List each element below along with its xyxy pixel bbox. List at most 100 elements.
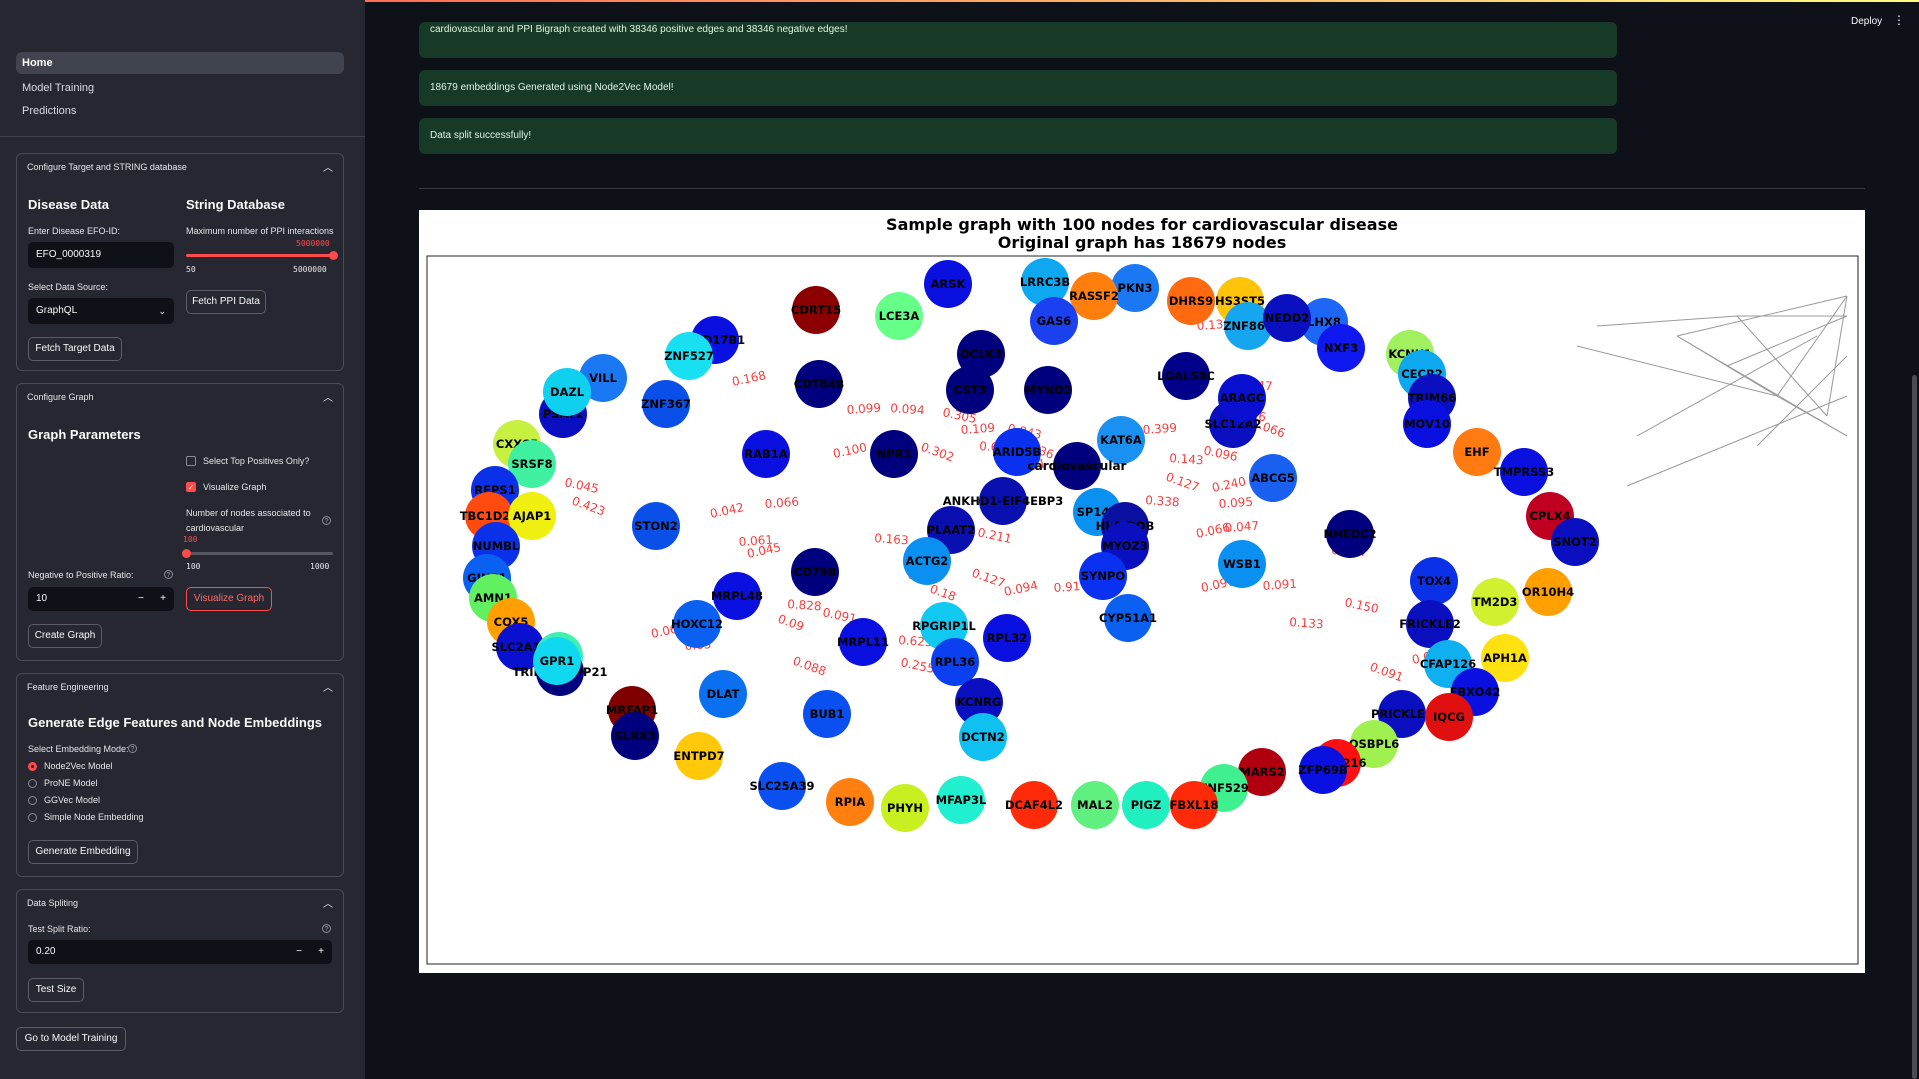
edge-weight-label: 0.042 [709,500,746,521]
data-splitting-title[interactable]: Data Spliting [27,898,78,908]
help-icon[interactable]: ? [322,516,331,525]
graph-edge [1626,395,1848,487]
fetch-ppi-button[interactable]: Fetch PPI Data [186,290,266,314]
ratio-input[interactable]: 10 − + [28,587,174,611]
graph-node: DLAT [699,670,747,718]
radio-ggvec[interactable] [28,796,37,805]
help-icon[interactable]: ? [322,924,331,933]
chevron-up-icon[interactable]: ︿ [323,679,333,694]
split-ratio-input[interactable]: 0.20 − + [28,940,332,964]
data-source-label: Select Data Source: [28,282,109,292]
graph-node-label: PIGZ [1131,798,1162,812]
graph-node-label: PHYH [887,801,923,815]
top-positives-label: Select Top Positives Only? [203,456,310,466]
graph-node: NXF3 [1317,324,1365,372]
sidebar-divider [0,136,365,137]
graph-edge [1636,335,1818,437]
deploy-button[interactable]: Deploy [1851,16,1882,27]
top-positives-checkbox[interactable] [186,456,196,466]
visualize-graph-checkbox[interactable]: ✓ [186,482,196,492]
nodes-slider-max: 1000 [310,562,330,571]
minus-icon[interactable]: − [138,587,144,611]
visualize-graph-label: Visualize Graph [203,482,267,492]
ppi-slider-track[interactable] [186,254,333,257]
go-to-model-training-button[interactable]: Go to Model Training [16,1027,126,1051]
graph-node-label: RPL32 [987,631,1028,645]
edge-weight-label: 0.240 [1211,474,1248,495]
network-chart: Sample graph with 100 nodes for cardiova… [426,215,1859,965]
test-size-button[interactable]: Test Size [28,978,84,1002]
generate-embedding-button[interactable]: Generate Embedding [28,840,138,864]
edge-weight-label: 0.094 [890,401,925,417]
configure-graph-title[interactable]: Configure Graph [27,392,94,402]
edge-weight-label: 0.211 [976,525,1013,546]
plus-icon[interactable]: + [318,940,324,964]
graph-node: RPIA [826,778,874,826]
graph-edge [1736,315,1828,417]
scrollbar[interactable] [1912,375,1917,1079]
feature-engineering-card: Feature Engineering ︿ Generate Edge Feat… [16,673,344,877]
edge-weight-label: 0.18 [928,582,958,604]
create-graph-button[interactable]: Create Graph [28,624,102,648]
data-source-select[interactable]: GraphQL ⌄ [28,298,174,324]
graph-node-label: NUMBL [473,539,520,553]
nodes-slider-track[interactable] [186,552,333,555]
graph-node-label: RPL36 [935,655,976,669]
graph-node-label: PLAAT2 [927,523,976,537]
edge-weight-label: 0.150 [1343,595,1380,616]
nodes-slider-min: 100 [186,562,201,571]
fetch-target-button[interactable]: Fetch Target Data [28,337,122,361]
feature-engineering-title[interactable]: Feature Engineering [27,682,109,692]
graph-node: IQCG [1425,693,1473,741]
edge-weight-label: 0.099 [846,401,881,417]
chevron-up-icon[interactable]: ︿ [323,895,333,910]
graph-node-label: TM2D3 [1473,595,1518,609]
plus-icon[interactable]: + [160,587,166,611]
graph-node-label: MOV10 [1404,417,1450,431]
radio-simple-label: Simple Node Embedding [44,812,144,822]
radio-prone[interactable] [28,779,37,788]
minus-icon[interactable]: − [296,940,302,964]
graph-node: MAL2 [1071,781,1119,829]
menu-dots-icon[interactable]: ⋮ [1893,13,1905,27]
ppi-slider-handle[interactable] [328,251,338,260]
ppi-slider-value: 5000000 [296,239,330,248]
visualize-graph-button[interactable]: Visualize Graph [186,587,272,611]
graph-node-label: GAS6 [1037,314,1072,328]
graph-node: RPL36 [931,638,979,686]
graph-node: HOXC12 [671,600,723,648]
split-ratio-value: 0.20 [36,946,56,957]
chevron-up-icon[interactable]: ︿ [323,389,333,404]
help-icon[interactable]: ? [128,744,137,753]
edge-weight-label: 0.061 [738,533,773,549]
graph-node: NPR1 [870,430,918,478]
graph-edge [1596,315,1738,327]
graph-node-label: BUB1 [810,707,845,721]
edge-weight-label: 0.091 [1262,577,1297,593]
graph-node-label: CDT84B [794,377,845,391]
graph-node-label: SRSF8 [511,457,552,471]
graph-node-label: CYP51A1 [1099,611,1157,625]
radio-node2vec[interactable] [28,762,37,771]
help-icon[interactable]: ? [164,570,173,579]
alert-graph-created: cardiovascular and PPI Bigraph created w… [419,22,1617,58]
edge-weight-label: 0.302 [919,440,956,465]
nav-home[interactable]: Home [16,52,344,74]
radio-node2vec-label: Node2Vec Model [44,761,113,771]
radio-simple[interactable] [28,813,37,822]
graph-node-label: MYOZ3 [1102,539,1147,553]
chevron-up-icon[interactable]: ︿ [323,159,333,174]
ppi-slider-max: 5000000 [293,265,327,274]
nav-predictions[interactable]: Predictions [16,100,344,122]
configure-target-title[interactable]: Configure Target and STRING database [27,162,187,172]
edge-weight-label: 0.255 [899,655,936,676]
graph-node: DHRS9 [1167,277,1215,325]
graph-node: DCTN2 [959,713,1007,761]
nav-model-training[interactable]: Model Training [16,77,344,99]
graph-node: MYND2 [1024,366,1072,414]
efo-input[interactable]: EFO_0000319 [28,242,174,268]
graph-node-label: GPR1 [540,654,575,668]
nodes-slider-handle[interactable] [181,549,191,558]
graph-node-label: EHF [1464,445,1489,459]
graph-node-label: SLC25A39 [750,779,815,793]
